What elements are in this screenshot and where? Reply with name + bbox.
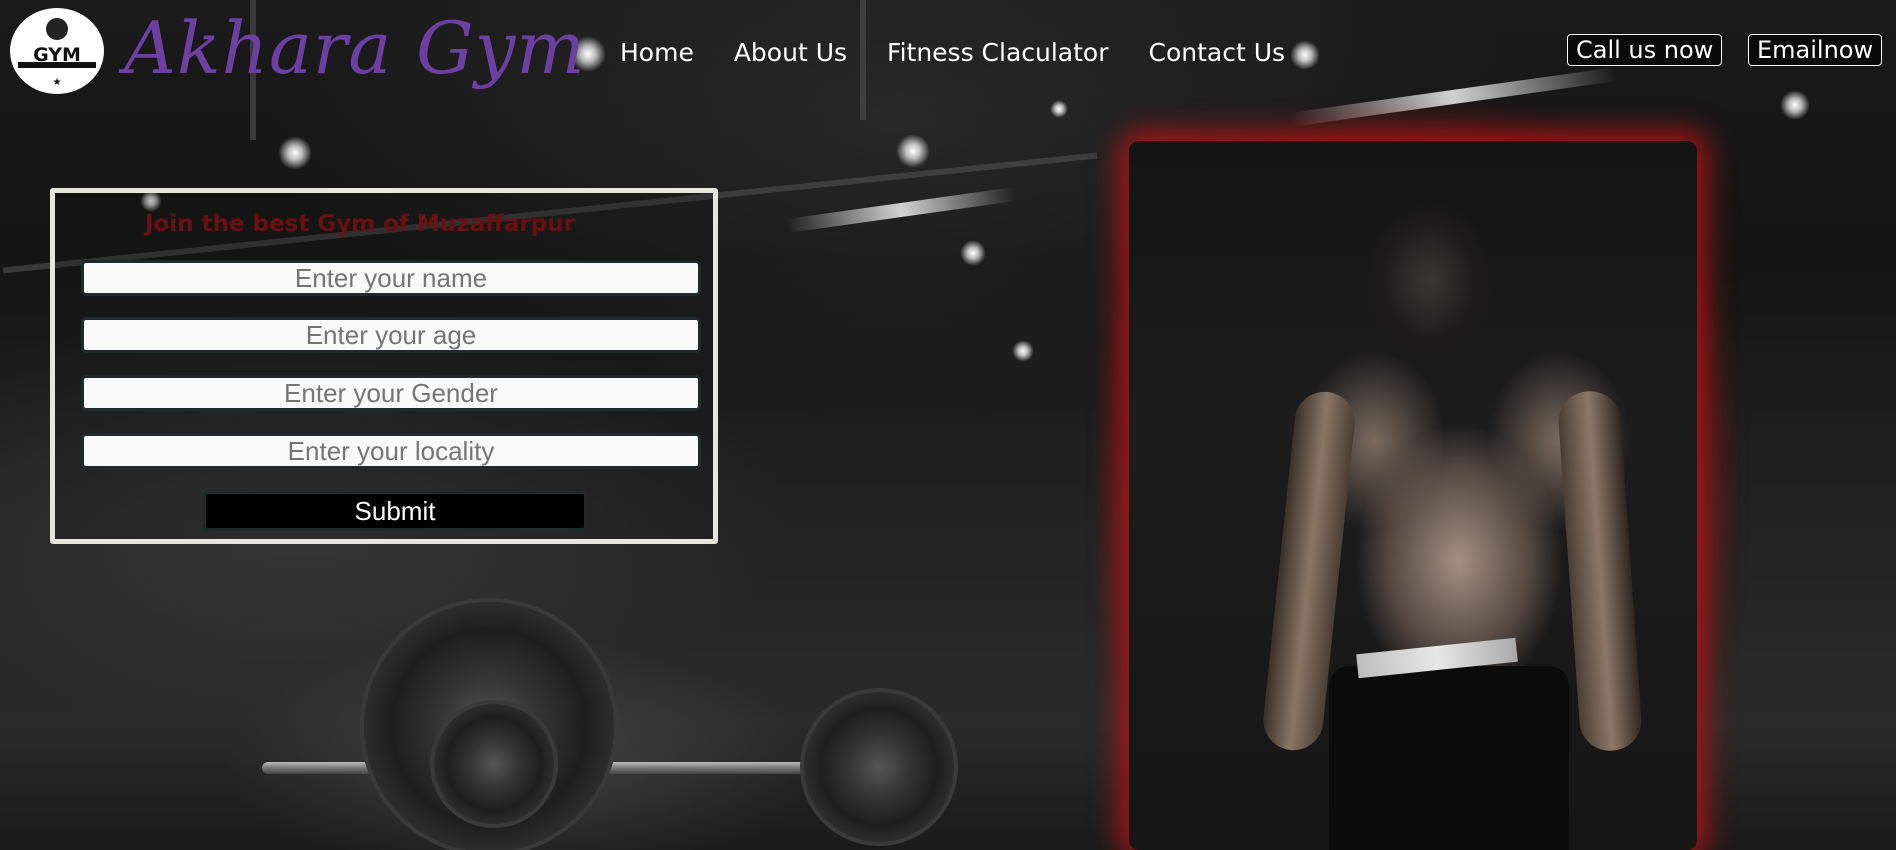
barbell-plate [430, 700, 558, 828]
name-input[interactable] [81, 260, 701, 296]
ceiling-light [1780, 90, 1810, 120]
star-icon: ★ [52, 77, 62, 88]
call-us-button[interactable]: Call us now [1567, 34, 1723, 66]
signup-form: Join the best Gym of Muzaffarpur Submit [50, 188, 718, 544]
email-button[interactable]: Emailnow [1748, 34, 1883, 66]
ceiling-light [960, 240, 986, 266]
ceiling-light [1050, 100, 1068, 118]
gender-input[interactable] [81, 375, 701, 411]
ceiling-light [278, 136, 312, 170]
nav-contact-us[interactable]: Contact Us [1149, 38, 1286, 67]
barbell-plate [800, 688, 958, 846]
hero-athlete-image [1129, 141, 1697, 850]
ceiling-light-beam [786, 187, 1016, 233]
nav-about-us[interactable]: About Us [734, 38, 847, 67]
hero-figure-arm [1556, 389, 1644, 753]
logo[interactable]: GYM ★ [10, 8, 104, 94]
logo-figure-icon [46, 18, 68, 40]
nav-fitness-calculator[interactable]: Fitness Claculator [887, 38, 1108, 67]
form-title: Join the best Gym of Muzaffarpur [145, 211, 575, 237]
hero-figure-shorts [1329, 666, 1569, 850]
main-nav: Home About Us Fitness Claculator Contact… [620, 38, 1285, 67]
brand-name: Akhara Gym [124, 6, 586, 90]
page: GYM ★ Akhara Gym Home About Us Fitness C… [0, 0, 1896, 850]
locality-input[interactable] [81, 433, 701, 469]
nav-home[interactable]: Home [620, 38, 694, 67]
ceiling-light [1012, 340, 1034, 362]
logo-dumbbell-icon [18, 62, 96, 68]
submit-button[interactable]: Submit [203, 491, 587, 531]
ceiling-light [896, 134, 930, 168]
ceiling-light [1290, 40, 1320, 70]
age-input[interactable] [81, 317, 701, 353]
